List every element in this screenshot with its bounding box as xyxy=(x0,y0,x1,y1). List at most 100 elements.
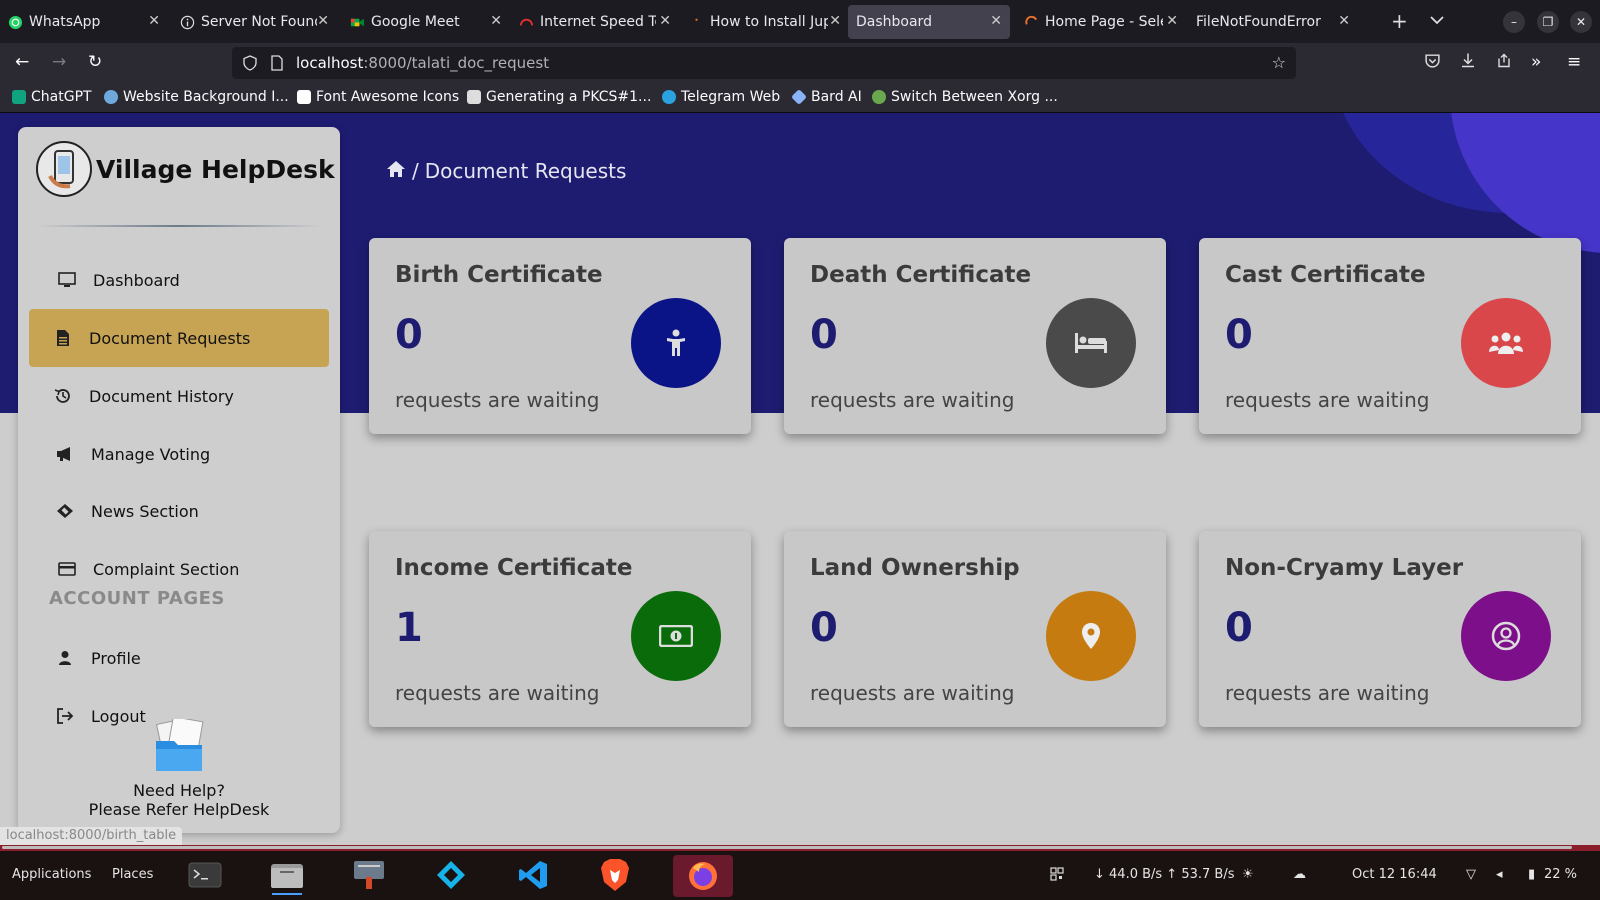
tab-speed-test[interactable]: Internet Speed Test ✕ xyxy=(511,5,679,39)
pocket-icon[interactable] xyxy=(1424,52,1441,73)
tab-install-jupyter[interactable]: How to Install Jupyter ✕ xyxy=(681,5,849,39)
card-birth-certificate[interactable]: Birth Certificate 0 requests are waiting xyxy=(369,238,751,434)
card-subtitle: requests are waiting xyxy=(1225,681,1430,705)
os-taskbar: Applications Places ↓ 44.0 B/s ↑ 53.7 B/… xyxy=(0,851,1600,900)
vscode-icon[interactable] xyxy=(514,857,552,893)
bookmark-xorg[interactable]: Switch Between Xorg ... xyxy=(872,89,1058,105)
sidebar-item-document-history[interactable]: Document History xyxy=(29,367,329,425)
bookmark-star-icon[interactable]: ☆ xyxy=(1272,53,1286,72)
tab-whatsapp[interactable]: WhatsApp ✕ xyxy=(0,5,168,39)
page-info-icon[interactable] xyxy=(270,55,284,71)
users-icon xyxy=(1461,298,1551,388)
reload-icon[interactable]: ↻ xyxy=(88,52,102,72)
weather-icon[interactable]: ☁ xyxy=(1293,867,1306,882)
kodi-icon[interactable] xyxy=(432,857,470,893)
help-line-1: Need Help? xyxy=(133,781,225,800)
bookmark-website-background[interactable]: Website Background I... xyxy=(104,89,289,105)
qr-icon[interactable] xyxy=(1050,867,1064,885)
tab-google-meet[interactable]: Google Meet ✕ xyxy=(342,5,510,39)
whatsapp-icon xyxy=(8,15,23,30)
close-tab-icon[interactable]: ✕ xyxy=(659,13,671,29)
files-icon[interactable] xyxy=(268,857,306,895)
close-tab-icon[interactable]: ✕ xyxy=(317,13,329,29)
share-icon[interactable] xyxy=(1496,52,1512,74)
card-cast-certificate[interactable]: Cast Certificate 0 requests are waiting xyxy=(1199,238,1581,434)
close-tab-icon[interactable]: ✕ xyxy=(148,13,160,29)
tab-dashboard[interactable]: Dashboard ✕ xyxy=(848,5,1010,39)
sidebar-item-manage-voting[interactable]: Manage Voting xyxy=(29,425,329,483)
tab-selenium-home[interactable]: Home Page - Selenium ✕ xyxy=(1016,5,1186,39)
info-icon xyxy=(180,15,195,30)
restore-window-icon[interactable]: ❐ xyxy=(1537,11,1559,33)
card-count: 0 xyxy=(1225,605,1253,651)
card-title: Land Ownership xyxy=(810,555,1020,581)
sidebar-item-dashboard[interactable]: Dashboard xyxy=(29,251,329,309)
battery-icon[interactable]: ▮ xyxy=(1528,867,1535,882)
battery-level: 22 % xyxy=(1544,867,1578,882)
clock[interactable]: Oct 12 16:44 xyxy=(1352,867,1437,882)
folder-icon xyxy=(146,716,212,775)
sidebar-item-news-section[interactable]: News Section xyxy=(29,482,329,540)
overflow-chevrons-icon[interactable]: » xyxy=(1531,52,1541,72)
places-menu[interactable]: Places xyxy=(112,867,153,882)
brave-icon[interactable] xyxy=(596,857,634,893)
user-circle-icon xyxy=(1461,591,1551,681)
sidebar-item-document-requests[interactable]: Document Requests xyxy=(29,309,329,367)
monitor-icon xyxy=(57,271,77,289)
bookmark-font-awesome[interactable]: Font Awesome Icons xyxy=(297,89,459,105)
firefox-icon[interactable] xyxy=(673,855,733,897)
tab-list-chevron-icon[interactable] xyxy=(1430,10,1444,30)
money-icon xyxy=(631,591,721,681)
bookmarks-toolbar: ChatGPT Website Background I... Font Awe… xyxy=(0,83,1600,113)
scrollbar-thumb[interactable] xyxy=(2,846,1572,849)
bookmark-telegram[interactable]: Telegram Web xyxy=(662,89,780,105)
card-subtitle: requests are waiting xyxy=(810,388,1015,412)
card-count: 1 xyxy=(395,605,423,651)
forward-arrow-icon[interactable]: → xyxy=(52,52,66,72)
hamburger-menu-icon[interactable]: ≡ xyxy=(1567,52,1581,72)
tab-filenotfounderror[interactable]: FileNotFoundError at ✕ xyxy=(1188,5,1358,39)
card-death-certificate[interactable]: Death Certificate 0 requests are waiting xyxy=(784,238,1166,434)
card-non-cryamy-layer[interactable]: Non-Cryamy Layer 0 requests are waiting xyxy=(1199,531,1581,727)
new-tab-icon[interactable]: + xyxy=(1391,9,1408,33)
heart-icon xyxy=(104,90,118,104)
volume-icon[interactable]: ◂ xyxy=(1496,867,1503,882)
close-tab-icon[interactable]: ✕ xyxy=(1166,13,1178,29)
spinner-icon xyxy=(689,15,704,30)
brand-name: Village HelpDesk xyxy=(96,154,335,184)
home-icon[interactable] xyxy=(386,159,406,183)
terminal-icon[interactable] xyxy=(186,857,224,893)
breadcrumb-current: Document Requests xyxy=(424,159,627,183)
bookmark-pkcs[interactable]: Generating a PKCS#1... xyxy=(467,89,651,105)
bookmark-bard[interactable]: Bard AI xyxy=(791,89,862,105)
shield-icon[interactable] xyxy=(242,55,258,71)
close-tab-icon[interactable]: ✕ xyxy=(490,13,502,29)
card-subtitle: requests are waiting xyxy=(395,388,600,412)
card-title: Death Certificate xyxy=(810,262,1032,288)
back-arrow-icon[interactable]: ← xyxy=(15,52,29,72)
close-tab-icon[interactable]: ✕ xyxy=(990,13,1002,29)
sidebar-item-profile[interactable]: Profile xyxy=(29,629,329,687)
ticket-icon xyxy=(55,502,75,520)
network-speed: ↓ 44.0 B/s ↑ 53.7 B/s xyxy=(1094,867,1235,882)
flag-icon xyxy=(297,90,311,104)
card-land-ownership[interactable]: Land Ownership 0 requests are waiting xyxy=(784,531,1166,727)
card-income-certificate[interactable]: Income Certificate 1 requests are waitin… xyxy=(369,531,751,727)
selenium-icon xyxy=(1024,15,1039,30)
installer-icon[interactable] xyxy=(350,857,388,893)
close-tab-icon[interactable]: ✕ xyxy=(829,13,841,29)
brand[interactable]: Village HelpDesk xyxy=(36,141,335,197)
address-bar[interactable]: localhost:8000/talati_doc_request ☆ xyxy=(232,47,1296,79)
child-icon xyxy=(631,298,721,388)
tab-server-not-found[interactable]: Server Not Found ✕ xyxy=(172,5,337,39)
brightness-icon[interactable]: ☀ xyxy=(1242,867,1254,882)
breadcrumb: / Document Requests xyxy=(386,159,626,183)
bookmark-chatgpt[interactable]: ChatGPT xyxy=(12,89,92,105)
wifi-icon[interactable]: ▽ xyxy=(1466,867,1476,882)
applications-menu[interactable]: Applications xyxy=(12,867,91,882)
close-window-icon[interactable]: ✕ xyxy=(1570,11,1592,33)
sidebar: Village HelpDesk Dashboard Document Requ… xyxy=(18,127,340,833)
minimize-window-icon[interactable]: – xyxy=(1503,11,1525,33)
close-tab-icon[interactable]: ✕ xyxy=(1338,13,1350,29)
download-icon[interactable] xyxy=(1460,52,1476,74)
